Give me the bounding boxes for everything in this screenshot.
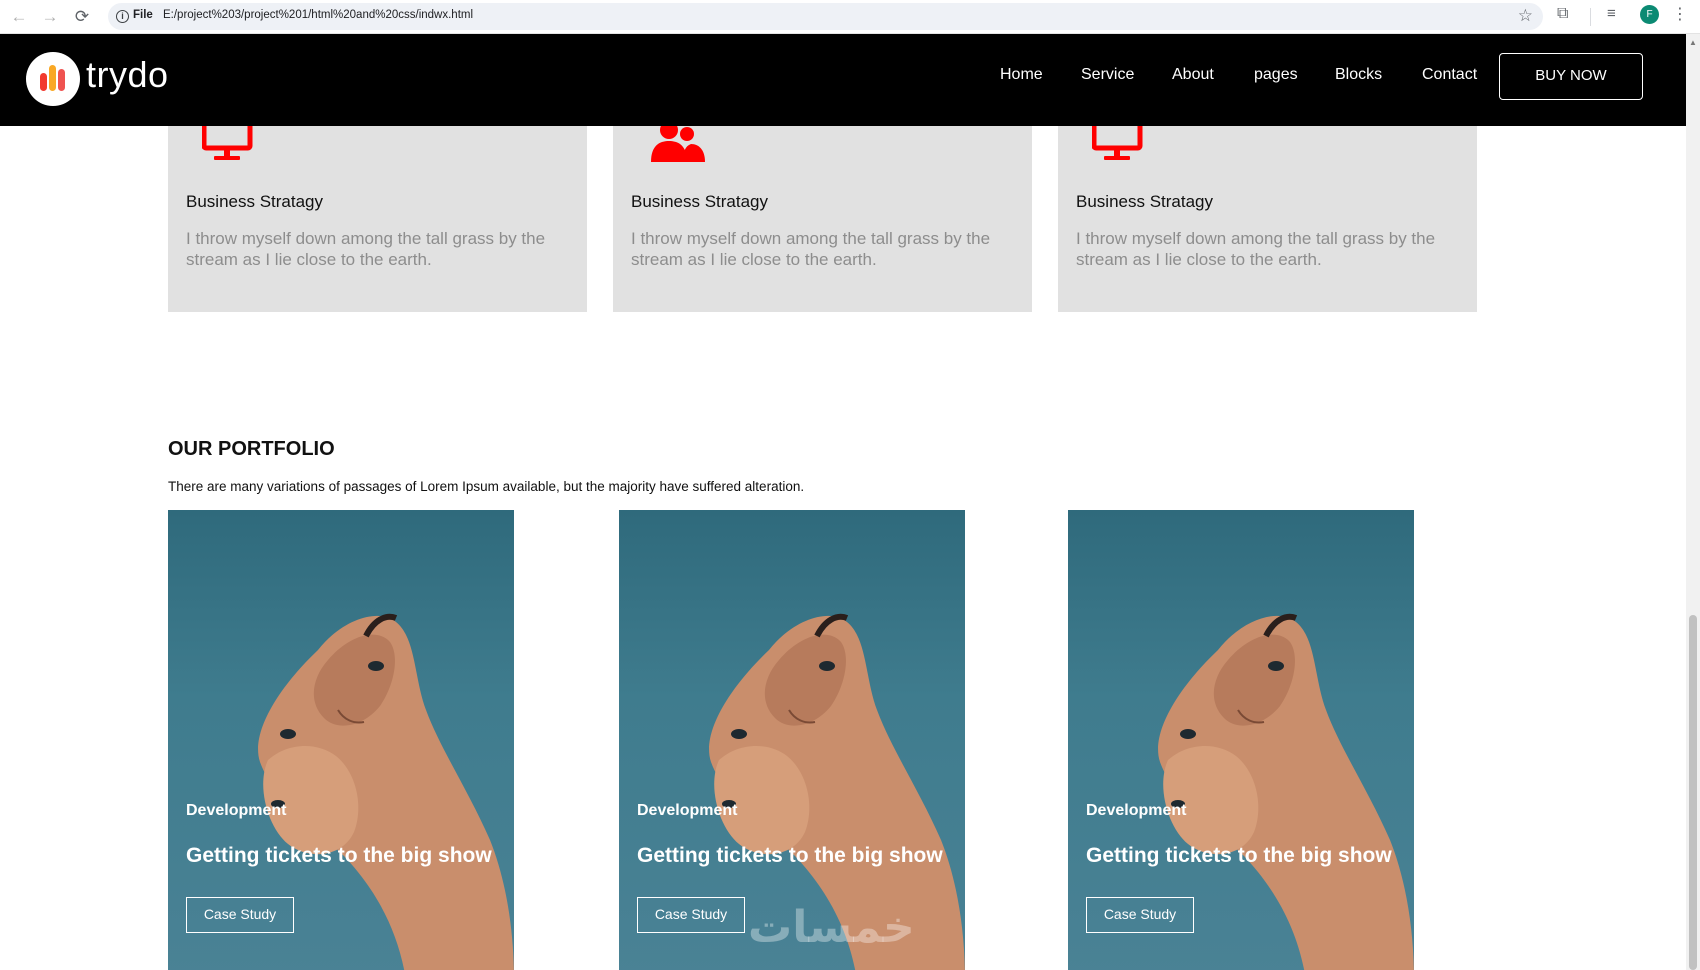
info-icon[interactable]: i [116,10,129,23]
portfolio-category: Development [637,802,738,819]
nav-pages[interactable]: pages [1254,66,1298,84]
portfolio-title[interactable]: Getting tickets to the big show [186,844,492,868]
forward-arrow-icon[interactable]: → [38,5,62,29]
portfolio-card[interactable]: Development Getting tickets to the big s… [1068,510,1414,970]
service-title: Business Stratagy [186,192,324,211]
toolbar-divider [1590,8,1591,26]
case-study-button[interactable]: Case Study [186,897,294,933]
buy-now-button[interactable]: BUY NOW [1499,53,1643,100]
service-description: I throw myself down among the tall grass… [631,229,991,269]
browser-toolbar: ← → ⟳ i File E:/project%203/project%201/… [0,0,1700,34]
scroll-up-arrow-icon[interactable]: ▲ [1689,38,1697,47]
portfolio-category: Development [1086,802,1187,819]
bookmark-star-icon[interactable]: ☆ [1518,6,1533,26]
reload-icon[interactable]: ⟳ [70,5,94,29]
service-description: I throw myself down among the tall grass… [186,229,546,269]
users-icon [651,124,705,162]
logo-icon[interactable] [26,52,80,106]
nav-about[interactable]: About [1172,66,1214,84]
service-description: I throw myself down among the tall grass… [1076,229,1436,269]
nav-contact[interactable]: Contact [1422,66,1477,84]
monitor-icon [1092,124,1143,160]
portfolio-title[interactable]: Getting tickets to the big show [637,844,943,868]
portfolio-subtitle: There are many variations of passages of… [168,479,805,494]
monitor-icon [202,124,253,160]
page-scrollbar[interactable]: ▲ [1686,34,1700,970]
nav-blocks[interactable]: Blocks [1335,66,1382,84]
logo-text[interactable]: trydo [86,54,169,96]
profile-avatar[interactable]: F [1640,5,1659,24]
nav-service[interactable]: Service [1081,66,1134,84]
portfolio-card[interactable]: Development Getting tickets to the big s… [619,510,965,970]
url-text[interactable]: E:/project%203/project%201/html%20and%20… [163,9,473,21]
browser-menu-icon[interactable]: ⋮ [1672,4,1688,24]
media-controls-icon[interactable]: ≡ [1607,5,1616,22]
portfolio-heading: OUR PORTFOLIO [168,438,335,460]
service-card: Business Stratagy I throw myself down am… [168,124,587,312]
nav-home[interactable]: Home [1000,66,1043,84]
extensions-icon[interactable]: ⧉ [1557,5,1568,23]
case-study-button[interactable]: Case Study [637,897,745,933]
service-title: Business Stratagy [1076,192,1214,211]
case-study-button[interactable]: Case Study [1086,897,1194,933]
portfolio-card[interactable]: Development Getting tickets to the big s… [168,510,514,970]
service-title: Business Stratagy [631,192,769,211]
portfolio-title[interactable]: Getting tickets to the big show [1086,844,1392,868]
service-card: Business Stratagy I throw myself down am… [1058,124,1477,312]
page-viewport: Business Stratagy I throw myself down am… [0,34,1686,970]
scrollbar-thumb[interactable] [1689,615,1697,970]
service-card: Business Stratagy I throw myself down am… [613,124,1032,312]
watermark-logo: خمسات [748,903,915,952]
address-bar[interactable]: i File E:/project%203/project%201/html%2… [108,3,1543,30]
portfolio-category: Development [186,802,287,819]
file-label: File [133,9,153,21]
site-header: trydo Home Service About pages Blocks Co… [0,34,1686,126]
back-arrow-icon[interactable]: ← [7,5,31,29]
